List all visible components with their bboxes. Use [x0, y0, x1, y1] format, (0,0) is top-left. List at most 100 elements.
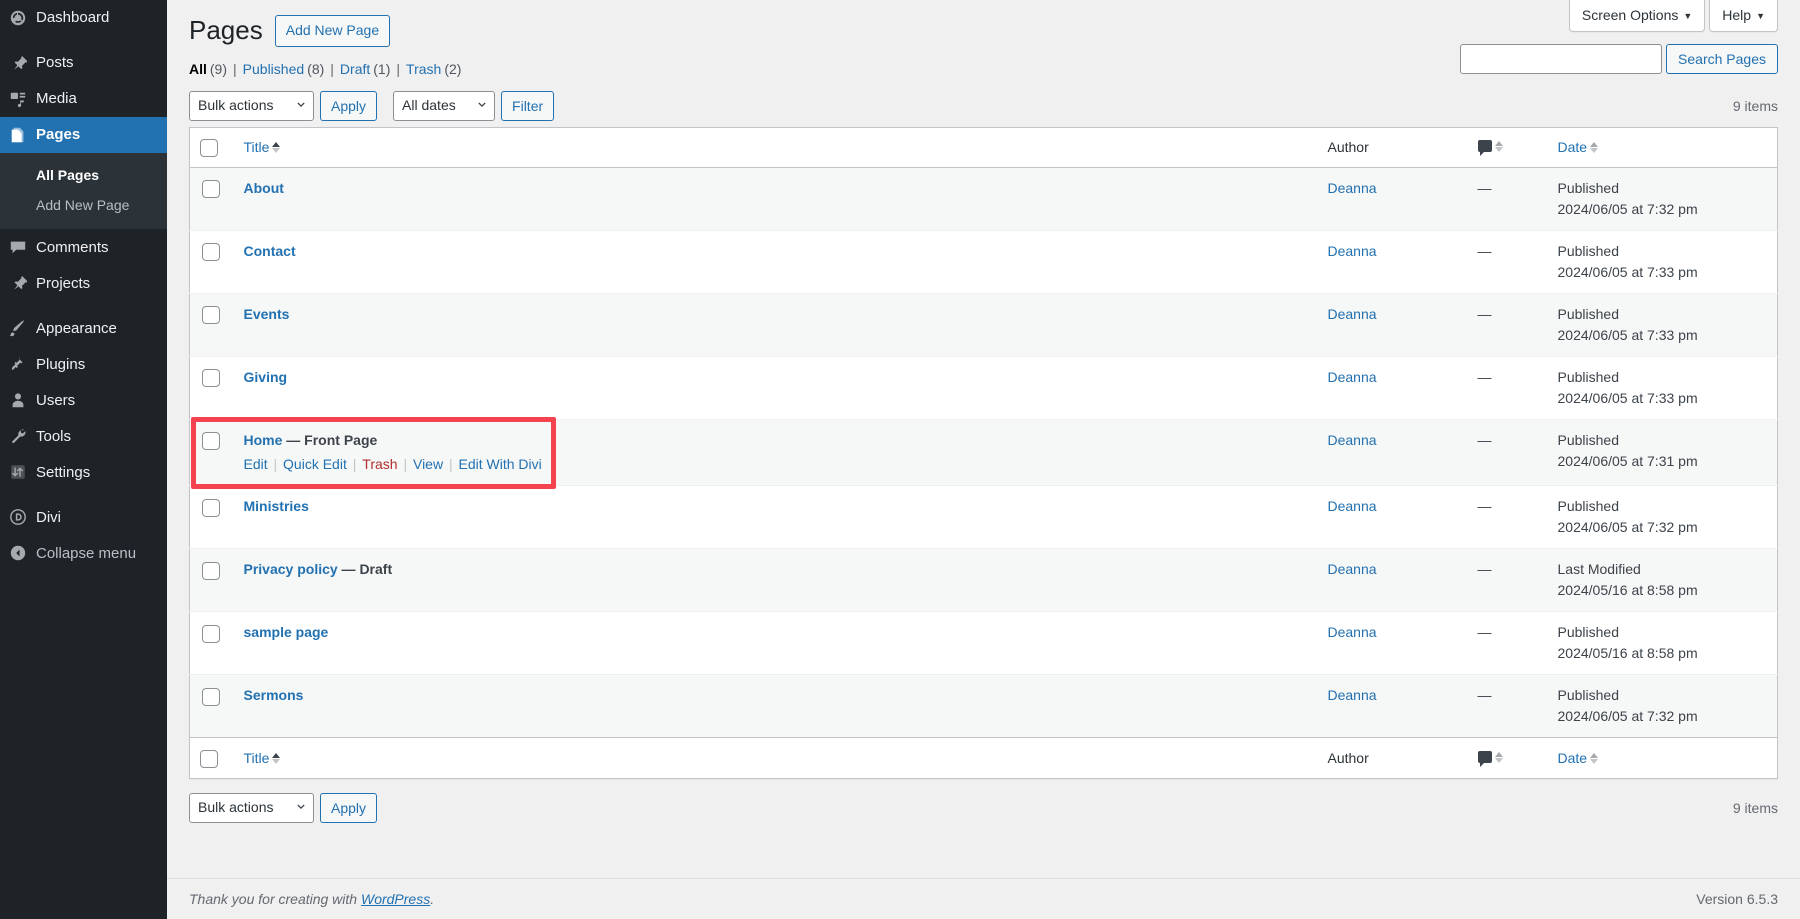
title-column-header: Title	[233, 127, 1318, 169]
select-all-footer	[189, 737, 234, 779]
row-title-link[interactable]: Events	[244, 306, 290, 322]
row-select-checkbox[interactable]	[202, 180, 220, 199]
row-select-checkbox[interactable]	[202, 306, 220, 325]
row-action-edit[interactable]: Edit	[244, 456, 268, 472]
wordpress-link[interactable]: WordPress	[361, 891, 430, 907]
table-body: About Deanna — Published 2024/06/05 at 7:32 …	[189, 167, 1778, 738]
row-author-link[interactable]: Deanna	[1328, 687, 1377, 703]
row-title-link[interactable]: Home	[244, 432, 283, 448]
sidebar-item-media[interactable]: Media	[0, 81, 167, 117]
sidebar-item-users[interactable]: Users	[0, 382, 167, 418]
row-select-checkbox[interactable]	[202, 243, 220, 262]
help-label: Help	[1722, 7, 1752, 23]
title-column-label: Title	[243, 750, 270, 767]
view-link-label[interactable]: Draft	[340, 61, 370, 77]
row-date-value: 2024/05/16 at 8:58 pm	[1557, 645, 1698, 662]
row-date-status: Published	[1557, 369, 1620, 386]
screen-options-button[interactable]: Screen Options ▼	[1568, 0, 1706, 33]
sort-by-date-bottom[interactable]: Date	[1558, 749, 1599, 767]
bulk-actions-select[interactable]: Bulk actionsEditMove to Trash	[189, 90, 314, 121]
help-button[interactable]: Help ▼	[1709, 0, 1778, 33]
sidebar-item-divi[interactable]: Divi	[0, 499, 167, 535]
row-author-link[interactable]: Deanna	[1328, 432, 1377, 448]
tablenav-top: Bulk actionsEditMove to Trash Apply All …	[189, 85, 1778, 127]
sidebar-item-appearance[interactable]: Appearance	[0, 310, 167, 346]
view-link-label[interactable]: Trash	[406, 61, 441, 77]
row-author-link[interactable]: Deanna	[1328, 180, 1377, 196]
row-author-link[interactable]: Deanna	[1328, 243, 1377, 259]
row-action-quick-edit[interactable]: Quick Edit	[283, 456, 347, 472]
sidebar-item-plugins[interactable]: Plugins	[0, 346, 167, 382]
wrench-icon	[0, 427, 36, 445]
sidebar-item-comments[interactable]: Comments	[0, 229, 167, 265]
row-select-checkbox[interactable]	[202, 624, 220, 643]
row-author-link[interactable]: Deanna	[1328, 561, 1377, 577]
row-comments-cell: —	[1468, 549, 1548, 612]
filter-button[interactable]: Filter	[501, 90, 555, 121]
sidebar-item-settings[interactable]: Settings	[0, 454, 167, 490]
sort-by-date-top[interactable]: Date	[1558, 138, 1599, 156]
sort-by-title-top[interactable]: Title	[244, 138, 281, 156]
date-column-label: Date	[1557, 750, 1588, 767]
row-date-cell: Published 2024/06/05 at 7:33 pm	[1548, 357, 1778, 420]
row-author-link[interactable]: Deanna	[1328, 369, 1377, 385]
sidebar-item-projects[interactable]: Projects	[0, 265, 167, 301]
row-action-trash[interactable]: Trash	[362, 456, 397, 472]
row-comments-cell: —	[1468, 357, 1548, 420]
add-new-page-button[interactable]: Add New Page	[274, 14, 391, 47]
sidebar-item-collapse-menu[interactable]: Collapse menu	[0, 535, 167, 571]
row-select-checkbox[interactable]	[202, 369, 220, 388]
row-action-view[interactable]: View	[413, 456, 443, 472]
sort-by-comments-top[interactable]	[1477, 140, 1503, 157]
row-action-edit-with-divi[interactable]: Edit With Divi	[459, 456, 542, 472]
row-date-cell: Published 2024/06/05 at 7:33 pm	[1548, 231, 1778, 294]
row-select-checkbox[interactable]	[202, 561, 220, 580]
comments-column-footer	[1467, 737, 1548, 779]
row-title-link[interactable]: About	[244, 180, 284, 196]
bulk-actions-top: Bulk actionsEditMove to Trash Apply All …	[189, 90, 555, 121]
row-author-link[interactable]: Deanna	[1328, 306, 1377, 322]
row-title-link[interactable]: Ministries	[244, 498, 309, 514]
search-pages-button[interactable]: Search Pages	[1666, 44, 1778, 74]
apply-button-bottom[interactable]: Apply	[320, 792, 378, 823]
select-all-checkbox-top[interactable]	[200, 139, 218, 158]
wp-version: Version 6.5.3	[1696, 891, 1778, 907]
view-separator: |	[233, 60, 237, 77]
view-link-label[interactable]: All	[189, 61, 207, 77]
date-filter-select[interactable]: All datesJune 2024May 2024	[393, 90, 496, 121]
view-link-label[interactable]: Published	[243, 61, 305, 77]
row-date-value: 2024/06/05 at 7:33 pm	[1557, 264, 1698, 281]
sort-by-comments-bottom[interactable]	[1477, 751, 1503, 768]
submenu-item-add-new-page[interactable]: Add New Page	[0, 190, 167, 220]
row-select-checkbox[interactable]	[202, 432, 220, 451]
date-column-header: Date	[1547, 127, 1778, 169]
row-title-link[interactable]: Sermons	[244, 687, 304, 703]
row-select-checkbox[interactable]	[202, 498, 220, 517]
view-count: (9)	[209, 60, 228, 77]
table-row: Ministries Deanna — Published 2024/06/05 at …	[189, 485, 1778, 549]
row-title-link[interactable]: sample page	[244, 624, 329, 640]
row-title-link[interactable]: Privacy policy	[244, 561, 338, 577]
row-checkbox-cell	[190, 675, 234, 738]
row-title-link[interactable]: Giving	[244, 369, 288, 385]
apply-button-top[interactable]: Apply	[320, 90, 378, 121]
sidebar-item-dashboard[interactable]: Dashboard	[0, 0, 167, 36]
page-title: Pages	[189, 15, 263, 45]
displaying-num-top: 9 items	[1732, 97, 1778, 114]
row-comments-cell: —	[1468, 612, 1548, 675]
sidebar-item-posts[interactable]: Posts	[0, 45, 167, 81]
row-select-checkbox[interactable]	[202, 687, 220, 706]
sidebar-item-label: Dashboard	[36, 9, 110, 27]
row-author-link[interactable]: Deanna	[1328, 624, 1377, 640]
row-title-link[interactable]: Contact	[244, 243, 296, 259]
bulk-actions-select-bottom[interactable]: Bulk actionsEditMove to Trash	[189, 792, 314, 823]
tablenav-bottom: Bulk actionsEditMove to Trash Apply 9 it…	[189, 787, 1778, 829]
sidebar-item-pages[interactable]: Pages	[0, 117, 175, 153]
sidebar-item-tools[interactable]: Tools	[0, 418, 167, 454]
sort-by-title-bottom[interactable]: Title	[244, 749, 281, 767]
submenu-item-all-pages[interactable]: All Pages	[0, 160, 167, 190]
search-input[interactable]	[1460, 44, 1663, 74]
view-link-draft: Draft (1) |	[340, 61, 406, 77]
select-all-checkbox-bottom[interactable]	[200, 749, 218, 768]
row-author-link[interactable]: Deanna	[1328, 498, 1377, 514]
